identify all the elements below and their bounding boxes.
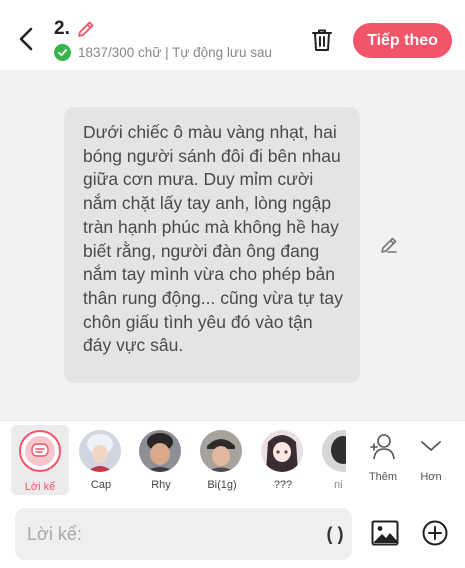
title-row: 2. (54, 18, 97, 40)
check-icon (54, 44, 71, 61)
add-label: Thêm (368, 471, 398, 483)
avatar (79, 430, 121, 472)
word-count-status: 1837/300 chữ | Tự động lưu sau (78, 45, 272, 60)
composer: ( ) (0, 500, 465, 568)
character-label: Rhy (151, 479, 171, 491)
story-content: Dưới chiếc ô màu vàng nhạt, hai bóng ngư… (0, 70, 465, 424)
character-label: Bi(1g) (207, 479, 237, 491)
pencil-icon (77, 21, 94, 37)
avatar (261, 430, 303, 472)
character-label: Cap (90, 479, 112, 491)
narration-bubble[interactable]: Dưới chiếc ô màu vàng nhạt, hai bóng ngư… (64, 107, 360, 383)
add-character-button[interactable]: Thêm (361, 429, 405, 493)
message-input[interactable] (27, 508, 307, 560)
character-label: Lời kể (24, 481, 56, 493)
delete-button[interactable] (307, 25, 337, 55)
trash-icon (312, 29, 332, 51)
next-button[interactable]: Tiếp theo (353, 23, 452, 58)
parentheses-button[interactable]: ( ) (321, 520, 349, 548)
character-label: ??? (273, 479, 293, 491)
character-label: ni (334, 479, 343, 491)
message-input-box: ( ) (15, 508, 352, 560)
character-partial[interactable]: ni (316, 427, 346, 493)
save-status: 1837/300 chữ | Tự động lưu sau (54, 44, 294, 61)
narrator-avatar (19, 430, 61, 472)
character-bi[interactable]: Bi(1g) (194, 427, 250, 493)
chevron-down-icon (417, 431, 445, 461)
avatar (200, 430, 242, 472)
character-unknown[interactable]: ??? (255, 427, 311, 493)
character-narrator[interactable]: Lời kể (11, 425, 69, 495)
insert-image-button[interactable] (370, 518, 400, 548)
page-title: 2. (54, 18, 70, 39)
avatar (139, 430, 181, 472)
add-person-icon (369, 431, 397, 461)
avatar (322, 430, 346, 472)
add-button[interactable] (420, 518, 450, 548)
speech-icon (31, 443, 49, 457)
top-bar: 2. 1837/300 chữ | Tự động lưu sau Tiếp t… (0, 0, 465, 72)
edit-bubble-button[interactable] (378, 234, 400, 256)
plus-circle-icon (422, 520, 448, 546)
image-icon (371, 520, 399, 546)
more-label: Hơn (420, 471, 442, 483)
pencil-icon (381, 237, 397, 253)
character-rhy[interactable]: Rhy (133, 427, 189, 493)
narration-text: Dưới chiếc ô màu vàng nhạt, hai bóng ngư… (83, 122, 343, 356)
chevron-left-icon (19, 27, 33, 51)
back-button[interactable] (12, 24, 40, 54)
more-button[interactable]: Hơn (409, 429, 453, 493)
character-cap[interactable]: Cap (73, 427, 129, 493)
edit-title-button[interactable] (75, 18, 97, 40)
character-selector: Lời kể Cap Rhy Bi(1g) ??? ni Thêm Hơn (0, 420, 465, 500)
